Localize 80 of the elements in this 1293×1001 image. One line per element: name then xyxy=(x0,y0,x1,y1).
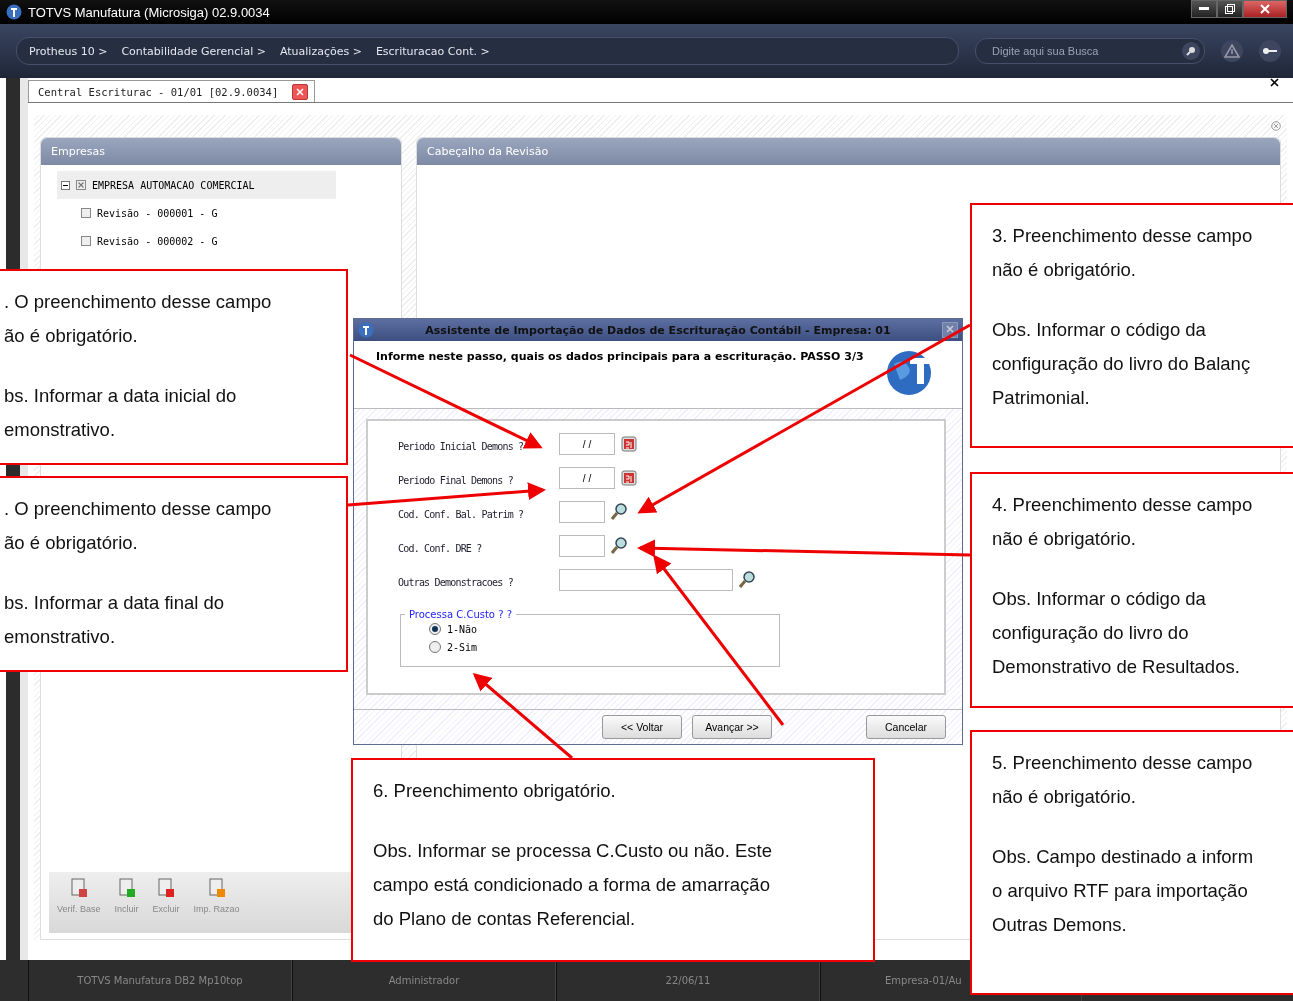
instruction-text: Informe neste passo, quais os dados principais para a escrituração. PASSO 3/3 xyxy=(376,350,864,363)
close-icon xyxy=(1260,4,1270,14)
annotation-text: bs. Informar a data inicial do emonstrativo. xyxy=(4,384,238,442)
panel-header: Empresas xyxy=(41,138,401,165)
dialog-button[interactable]: Cancelar xyxy=(866,715,946,739)
date-field[interactable]: / / xyxy=(559,467,615,489)
app-logo-icon xyxy=(6,4,22,20)
restore-icon xyxy=(1225,4,1235,14)
field-label: Cod. Conf. DRE ? xyxy=(398,542,482,554)
code-field[interactable] xyxy=(559,535,605,557)
minimize-icon xyxy=(1199,7,1209,11)
app-logo-icon xyxy=(358,322,374,338)
warning-icon[interactable] xyxy=(1224,44,1240,58)
tree-node[interactable]: EMPRESA AUTOMACAO COMERCIAL xyxy=(57,171,336,199)
tree-label: EMPRESA AUTOMACAO COMERCIAL xyxy=(92,179,255,191)
field-label: Periodo Inicial Demons ? xyxy=(398,440,524,452)
dialog-button[interactable]: << Voltar xyxy=(602,715,682,739)
checkbox[interactable] xyxy=(76,180,86,190)
breadcrumb-link[interactable]: Escrituracao Cont. > xyxy=(375,44,490,58)
field-label: Periodo Final Demons ? xyxy=(398,474,513,486)
breadcrumb-link[interactable]: Protheus 10 > xyxy=(29,44,108,58)
checkbox[interactable] xyxy=(81,236,91,246)
close-icon xyxy=(946,325,954,333)
annotation-text: Obs. Informar o código da configuração do livro do Balanç Patrimonial. xyxy=(992,318,1252,410)
add-document-icon xyxy=(117,878,136,898)
option-label: 1-Não xyxy=(447,623,478,635)
calendar-icon[interactable] xyxy=(621,436,637,452)
search-field[interactable]: Digite aqui sua Busca xyxy=(975,38,1205,64)
breadcrumb-link[interactable]: Atualizações > xyxy=(279,44,362,58)
annotation-text: 4. Preenchimento desse campo não é obrigatório. xyxy=(992,493,1254,551)
tab-label: Central Escriturac - 01/01 [02.9.0034] xyxy=(38,85,279,98)
option-label: 2-Sim xyxy=(447,641,478,653)
annotation-text: . O preenchimento desse campo ão é obrigatório. xyxy=(4,290,273,348)
dialog-title: Assistente de Importação de Dados de Escrituração Contábil - Empresa: 01 xyxy=(424,323,892,337)
document-tab[interactable]: Central Escriturac - 01/01 [02.9.0034] xyxy=(28,80,316,102)
code-field[interactable] xyxy=(559,569,733,591)
dialog-button[interactable]: Avançar >> xyxy=(692,715,772,739)
tab-close-button[interactable] xyxy=(292,83,309,100)
status-item: TOTVS Manufatura DB2 Mp10top xyxy=(28,960,292,1001)
radio-button[interactable] xyxy=(429,641,441,653)
minimize-button[interactable] xyxy=(1191,0,1217,18)
code-field[interactable] xyxy=(559,501,605,523)
annotation-text: 5. Preenchimento desse campo não é obrigatório. xyxy=(992,751,1254,809)
group-title: Processa C.Custo ? ? xyxy=(408,609,513,620)
search-icon[interactable] xyxy=(611,503,627,521)
close-icon[interactable] xyxy=(1270,78,1279,87)
close-icon xyxy=(296,87,305,96)
annotation-text: Obs. Campo destinado a inform o arquivo RTF para importação Outras Demons. xyxy=(992,845,1255,937)
tree-node[interactable]: Revisão - 000001 - G xyxy=(81,199,385,227)
close-circle-icon[interactable] xyxy=(1271,121,1281,131)
tree-node[interactable]: Revisão - 000002 - G xyxy=(81,227,385,255)
field-label: Outras Demonstracoes ? xyxy=(398,576,513,588)
annotation-text: Obs. Informar o código da configuração do livro do Demonstrativo de Resultados. xyxy=(992,587,1241,679)
close-button[interactable] xyxy=(1243,0,1287,18)
date-field[interactable]: / / xyxy=(559,433,615,455)
search-input[interactable]: Digite aqui sua Busca xyxy=(990,44,1182,58)
search-icon[interactable] xyxy=(1186,46,1196,56)
search-icon[interactable] xyxy=(739,571,755,589)
radio-option[interactable]: 1-Não xyxy=(429,620,779,638)
radio-option[interactable]: 2-Sim xyxy=(429,638,779,656)
import-document-icon xyxy=(207,878,226,898)
panel-header: Cabeçalho da Revisão xyxy=(417,138,1280,165)
search-icon[interactable] xyxy=(611,537,627,555)
annotation-text: 3. Preenchimento desse campo não é obrigatório. xyxy=(992,224,1254,282)
tree-label: Revisão - 000002 - G xyxy=(97,235,218,247)
collapse-icon[interactable] xyxy=(61,180,70,190)
tree-label: Revisão - 000001 - G xyxy=(97,207,218,219)
key-icon[interactable] xyxy=(1262,46,1278,56)
restore-button[interactable] xyxy=(1217,0,1243,18)
field-label: Cod. Conf. Bal. Patrim ? xyxy=(398,508,524,520)
window-title: TOTVS Manufatura (Microsiga) 02.9.0034 xyxy=(28,4,271,20)
annotation-text: Obs. Informar se processa C.Custo ou não. Este campo está condicionado a forma de amarração do Plano de contas Referencial. xyxy=(373,839,773,931)
annotation-text: 6. Preenchimento obrigatório. xyxy=(373,779,617,803)
calendar-icon[interactable] xyxy=(621,470,637,486)
delete-document-icon xyxy=(157,878,176,898)
annotation-text: bs. Informar a data final do emonstrativo. xyxy=(4,591,226,649)
checkbox[interactable] xyxy=(81,208,91,218)
radio-button[interactable] xyxy=(429,623,441,635)
breadcrumb-link[interactable]: Contabilidade Gerencial > xyxy=(121,44,266,58)
annotation-text: . O preenchimento desse campo ão é obrigatório. xyxy=(4,497,273,555)
